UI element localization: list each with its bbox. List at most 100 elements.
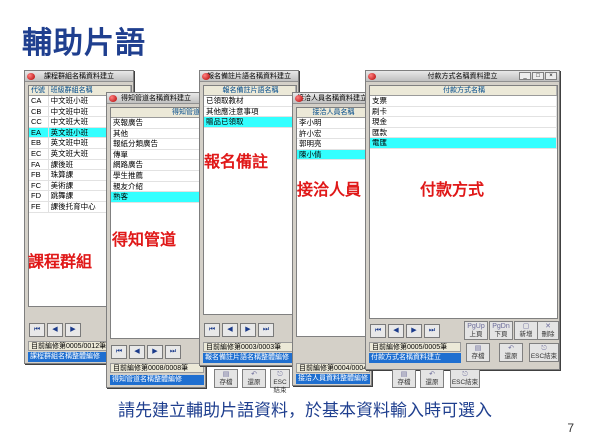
next-record-button[interactable]: ▶ (240, 323, 256, 337)
grid-header: 付款方式名稱 (370, 86, 557, 96)
table-cell: 匯款 (370, 127, 557, 138)
first-record-button[interactable]: ⏮ (29, 323, 45, 337)
window-course-group-titlebar[interactable]: 課程群組名稱資料建立 (25, 71, 133, 82)
prev-record-button[interactable]: ◀ (388, 324, 404, 338)
window-contact-person-titlebar[interactable]: 接洽人員名稱資料建立 (293, 93, 371, 104)
save-button[interactable]: ▤ 存檔 (214, 369, 238, 388)
table-row[interactable]: 夾報廣告 (111, 118, 203, 129)
table-cell: CB (29, 106, 49, 117)
last-record-button[interactable]: ⏭ (424, 324, 440, 338)
grid-header: 得知管道 (111, 108, 203, 118)
prev-record-button[interactable]: ◀ (47, 323, 63, 337)
table-row[interactable]: 網路廣告 (111, 160, 203, 171)
table-cell: FA (29, 159, 49, 170)
exit-icon: ⎋ (462, 371, 468, 378)
save-button[interactable]: ▤ 存檔 (466, 343, 490, 362)
exit-icon: ⎋ (277, 371, 283, 378)
overlay-label-payment: 付款方式 (420, 180, 485, 199)
first-record-button[interactable]: ⏮ (204, 323, 220, 337)
app-icon (368, 73, 376, 80)
table-row[interactable]: 贈品已領取 (204, 117, 296, 128)
page-up-button[interactable]: PgUp 上頁 (464, 321, 488, 340)
next-record-button[interactable]: ▶ (147, 345, 163, 359)
window-payment-method-titlebar[interactable]: 付款方式名稱資料建立 _ □ × (366, 71, 559, 82)
table-cell: 親友介紹 (111, 181, 203, 192)
column-header-code: 代號 (29, 86, 49, 95)
table-row[interactable]: 報紙分類廣告 (111, 139, 203, 150)
window-contact-person: 接洽人員名稱資料建立 接洽人員名稱 李小明 許小宏 郭明亮 陳小倩 目前編修第0004… (292, 92, 372, 386)
undo-icon: ↶ (429, 371, 435, 378)
undo-button[interactable]: ↶ 還原 (242, 369, 266, 388)
table-row[interactable]: 已領取教材 (204, 96, 296, 107)
table-row[interactable]: 其他應注意事項 (204, 106, 296, 118)
prev-record-button[interactable]: ◀ (222, 323, 238, 337)
table-row[interactable]: 許小宏 (297, 128, 369, 140)
next-record-button[interactable]: ▶ (65, 323, 81, 337)
window-payment-method: 付款方式名稱資料建立 _ □ × 付款方式名稱 支票 刷卡 現金 匯款 電匯 ⏮ ◀ ▶… (365, 70, 560, 370)
table-row[interactable]: 學生推薦 (111, 170, 203, 182)
table-row[interactable]: 匯款 (370, 127, 557, 139)
table-row[interactable]: 其他 (111, 128, 203, 140)
record-nav: ⏮ ◀ ▶ ⏭ (111, 345, 181, 359)
table-row[interactable]: 傳單 (111, 149, 203, 161)
table-row[interactable]: 李小明 (297, 118, 369, 129)
table-cell: EC (29, 148, 49, 159)
table-cell: 學生推薦 (111, 170, 203, 181)
record-nav: ⏮ ◀ ▶ ⏭ (204, 323, 274, 337)
source-grid: 得知管道 夾報廣告 其他 報紙分類廣告 傳單 網路廣告 學生推薦 親友介紹 熟客 (110, 107, 204, 339)
app-icon (109, 95, 117, 102)
app-icon (295, 95, 303, 102)
overlay-label-note: 報名備註 (204, 152, 269, 171)
table-cell: 刷卡 (370, 106, 557, 117)
window-registration-note-titlebar[interactable]: 報名備註片語名稱資料建立 (200, 71, 298, 82)
delete-record-button[interactable]: ✕ 刪除 (537, 321, 559, 340)
column-header-name: 付款方式名稱 (370, 86, 557, 95)
window-title: 接洽人員名稱資料建立 (297, 95, 367, 102)
note-grid: 報名備註片語名稱 已領取教材 其他應注意事項 贈品已領取 (203, 85, 297, 315)
table-row[interactable]: 現金 (370, 117, 557, 128)
window-referral-source-titlebar[interactable]: 得知管道名稱資料建立 (107, 93, 205, 104)
table-cell: 郭明亮 (297, 139, 369, 149)
last-record-button[interactable]: ⏭ (258, 323, 274, 337)
table-row[interactable]: 陳小倩 (297, 149, 369, 161)
undo-button[interactable]: ↶ 還原 (499, 343, 523, 362)
table-cell: FC (29, 180, 49, 191)
record-status: 目前編修第0005/0005筆 (369, 342, 461, 352)
table-row[interactable]: 郭明亮 (297, 139, 369, 150)
table-cell: 傳單 (111, 149, 203, 160)
first-record-button[interactable]: ⏮ (370, 324, 386, 338)
close-button[interactable]: × (545, 72, 557, 80)
undo-icon: ↶ (508, 345, 514, 352)
table-cell: 電匯 (370, 138, 557, 148)
exit-button[interactable]: ⎋ ESC結束 (270, 369, 290, 394)
table-cell: 許小宏 (297, 128, 369, 139)
next-record-button[interactable]: ▶ (406, 324, 422, 338)
undo-button[interactable]: ↶ 還原 (420, 369, 444, 388)
window-title: 付款方式名稱資料建立 (427, 73, 498, 80)
prev-record-button[interactable]: ◀ (129, 345, 145, 359)
record-status: 目前編修第0008/0008筆 (110, 363, 204, 373)
contact-grid: 接洽人員名稱 李小明 許小宏 郭明亮 陳小倩 (296, 107, 370, 337)
first-record-button[interactable]: ⏮ (111, 345, 127, 359)
exit-button[interactable]: ⎋ ESC結束 (450, 369, 480, 388)
table-row[interactable]: 熟客 (111, 192, 203, 203)
page-number: 7 (567, 421, 574, 435)
overlay-label-course: 課程群組 (28, 252, 93, 271)
table-row[interactable]: 親友介紹 (111, 181, 203, 193)
table-row[interactable]: 刷卡 (370, 106, 557, 118)
last-record-button[interactable]: ⏭ (165, 345, 181, 359)
table-cell: CA (29, 96, 49, 106)
delete-icon: ✕ (545, 323, 551, 330)
window-title: 報名備註片語名稱資料建立 (207, 73, 291, 80)
save-icon: ▤ (400, 371, 408, 378)
maximize-button[interactable]: □ (532, 72, 544, 80)
exit-button[interactable]: ⎋ ESC結束 (529, 343, 559, 362)
table-row[interactable]: 電匯 (370, 138, 557, 149)
page-down-button[interactable]: PgDn 下頁 (489, 321, 513, 340)
form-name: 得知管道名稱整體編修 (110, 375, 204, 385)
table-cell: CC (29, 117, 49, 127)
minimize-button[interactable]: _ (519, 72, 531, 80)
table-row[interactable]: 支票 (370, 96, 557, 107)
save-button[interactable]: ▤ 存檔 (392, 369, 416, 388)
new-record-button[interactable]: ▢ 新增 (514, 321, 538, 340)
